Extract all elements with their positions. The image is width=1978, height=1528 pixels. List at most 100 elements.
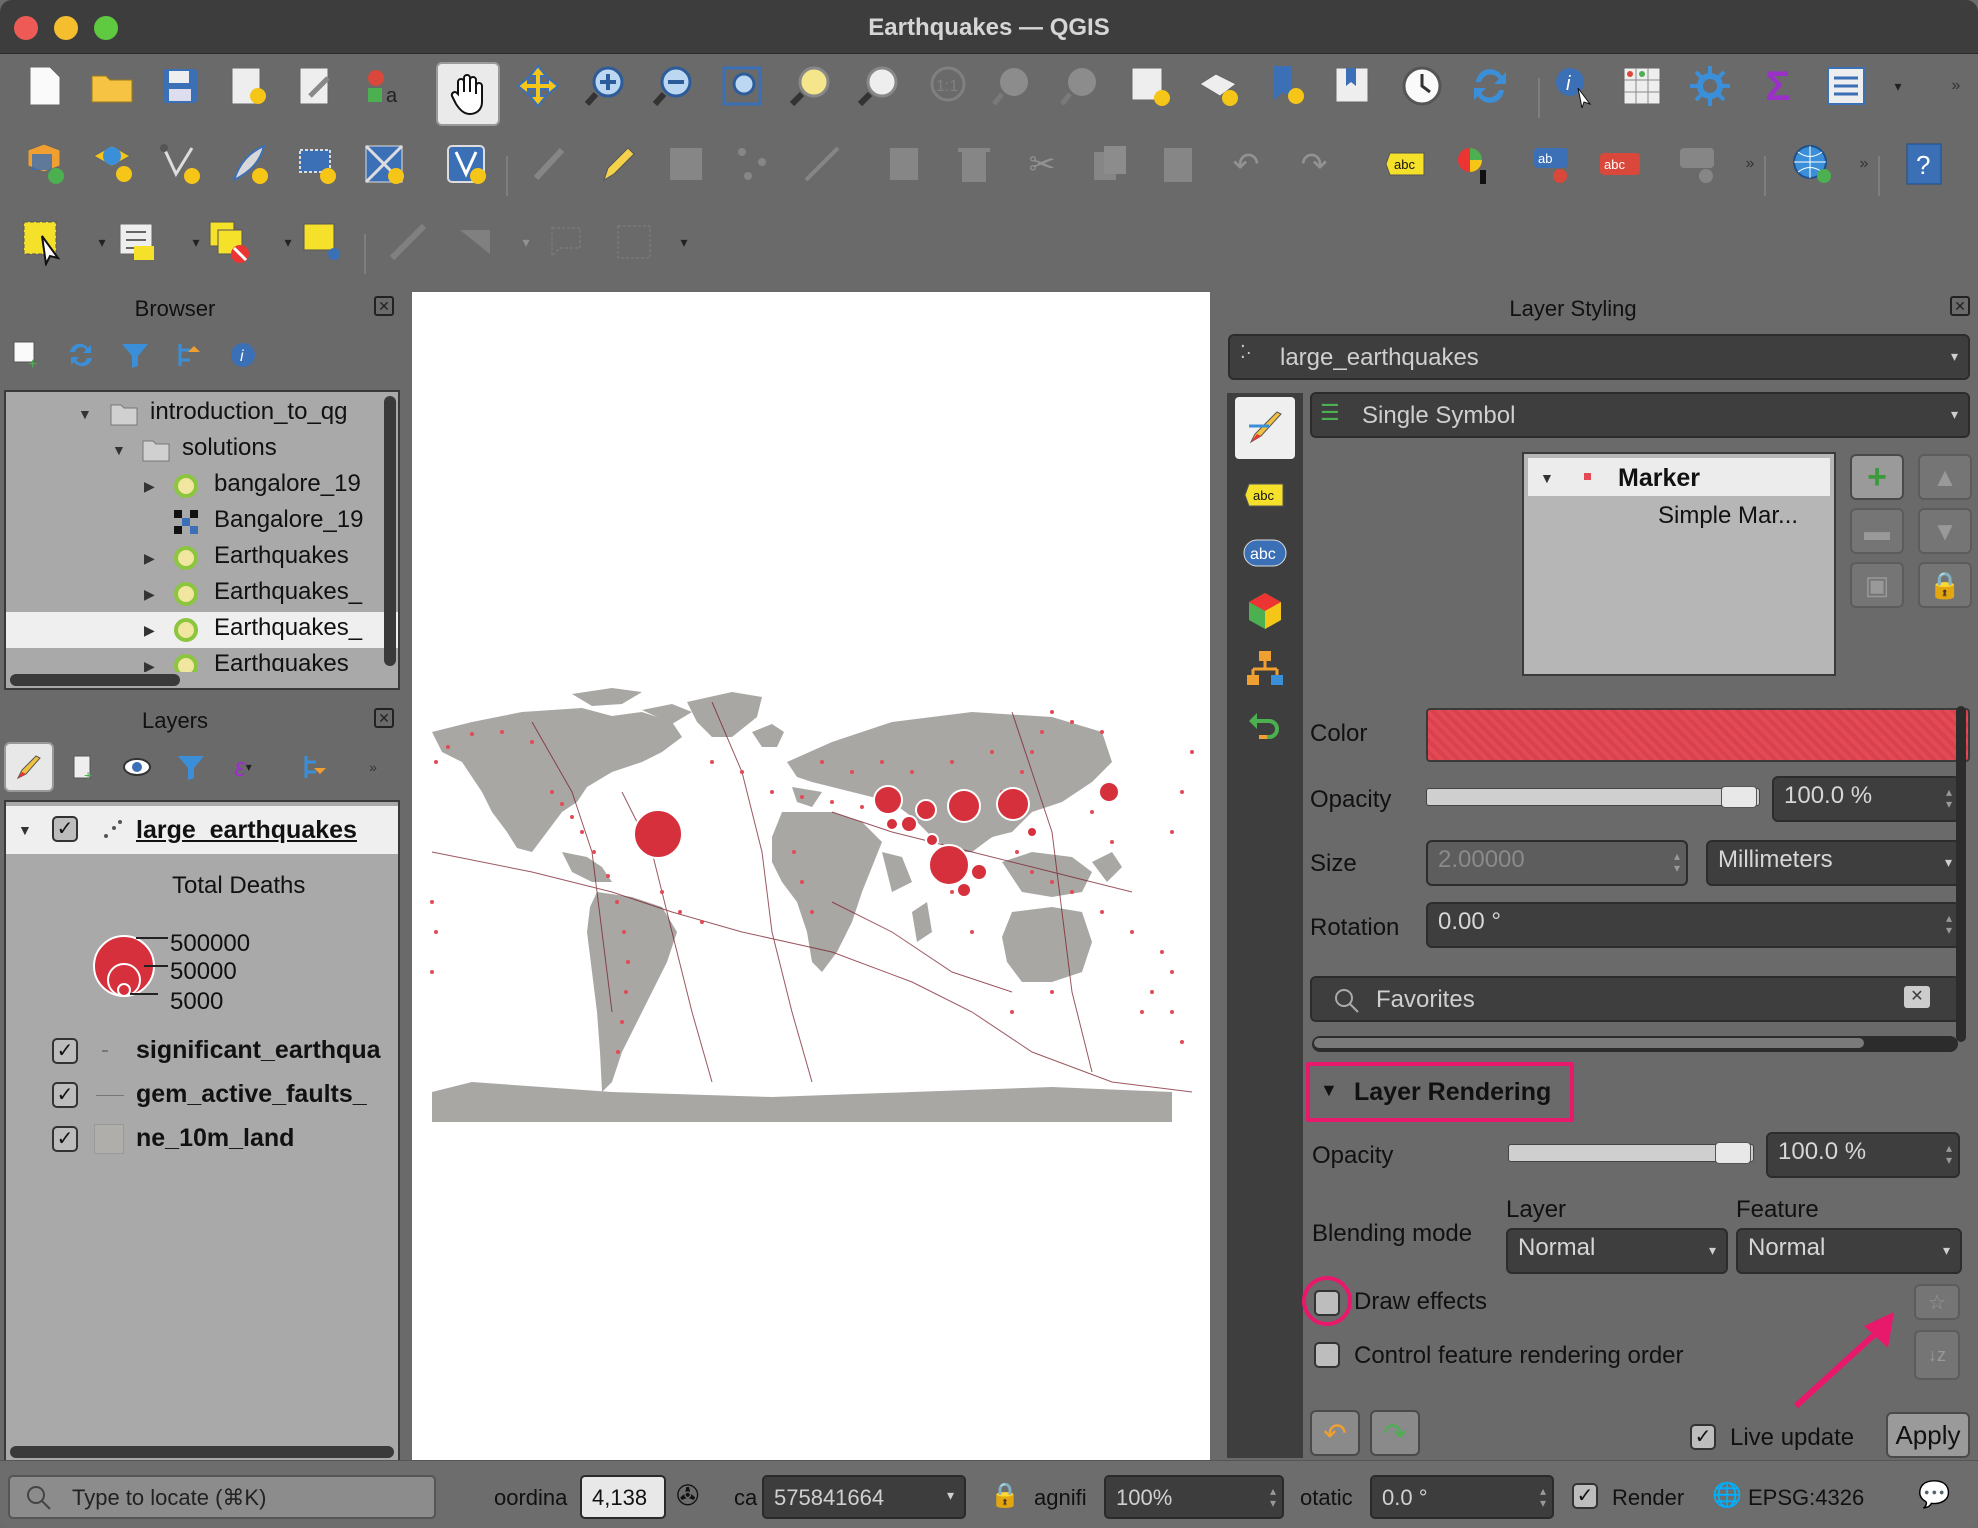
toolbar-overflow-icon[interactable]: » [1930, 60, 1978, 112]
new-bookmark-icon[interactable] [1260, 60, 1312, 112]
select-features-icon[interactable] [18, 216, 70, 268]
expand-all-icon[interactable] [290, 742, 340, 792]
symbol-search-input[interactable]: Favorites ✕ [1310, 976, 1960, 1022]
zoom-full-icon[interactable] [716, 60, 768, 112]
remove-symbol-layer-button[interactable]: ▬ [1850, 508, 1904, 554]
deselect-features-icon[interactable] [204, 216, 256, 268]
layer-rendering-header[interactable]: ▼ Layer Rendering [1306, 1062, 1574, 1122]
paste-features-icon[interactable] [1152, 138, 1204, 190]
collapsed-arrow-icon[interactable]: ▶ [144, 478, 155, 495]
redo-icon[interactable]: ↷ [1288, 138, 1340, 190]
masks-tab-icon[interactable]: abc [1235, 527, 1295, 579]
measure-line-icon[interactable] [382, 216, 434, 268]
labels-tab-icon[interactable]: abc [1235, 469, 1295, 521]
temporal-controller-icon[interactable] [1396, 60, 1448, 112]
rotation-spinbox[interactable]: 0.0 ° ▴ ▾ [1370, 1475, 1554, 1519]
spin-arrows-icon[interactable]: ▴ ▾ [1946, 1142, 1952, 1166]
toolbar-overflow-icon[interactable]: » [1838, 138, 1890, 190]
filter-by-expression-icon[interactable]: ε ▾ [218, 742, 268, 792]
layer-styling-close-icon[interactable]: ✕ [1950, 296, 1970, 316]
messages-icon[interactable]: 💬 [1918, 1479, 1950, 1510]
layer-visibility-checkbox[interactable]: ✓ [52, 1082, 78, 1108]
control-rendering-order-checkbox[interactable] [1314, 1342, 1340, 1368]
new-temporary-scratch-layer-icon[interactable] [358, 138, 410, 190]
crs-label[interactable]: EPSG:4326 [1748, 1485, 1864, 1511]
new-project-icon[interactable] [18, 60, 70, 112]
collapsed-arrow-icon[interactable]: ▶ [144, 550, 155, 567]
layers-horizontal-scrollbar[interactable] [10, 1446, 394, 1458]
collapse-all-icon[interactable] [164, 330, 214, 380]
pan-to-selection-icon[interactable] [512, 60, 564, 112]
layer-visibility-checkbox[interactable]: ✓ [52, 816, 78, 842]
new-shapefile-layer-icon[interactable] [154, 138, 206, 190]
render-checkbox[interactable]: ✓ [1572, 1483, 1598, 1509]
symbol-list-scrollbar[interactable] [1312, 1036, 1958, 1052]
refresh-browser-icon[interactable] [56, 330, 106, 380]
expanded-arrow-icon[interactable]: ▼ [112, 442, 126, 458]
browser-item-selected[interactable]: ▶ Earthquakes_ [6, 612, 398, 648]
select-by-location-icon[interactable] [296, 216, 348, 268]
undo-icon[interactable]: ↶ [1220, 138, 1272, 190]
browser-item[interactable]: ▶ bangalore_19 [6, 468, 398, 504]
show-bookmarks-icon[interactable] [1328, 60, 1380, 112]
layer-select-combobox[interactable]: ⁚· large_earthquakes ▾ [1228, 334, 1970, 380]
undo-style-button[interactable]: ↶ [1310, 1410, 1360, 1456]
layer-item-ne-10m-land[interactable]: ✓ ne_10m_land [6, 1118, 398, 1162]
layers-close-icon[interactable]: ✕ [374, 708, 394, 728]
browser-item[interactable]: ▼ solutions [6, 432, 398, 468]
spin-arrows-icon[interactable]: ▴ ▾ [1270, 1485, 1276, 1509]
rendering-opacity-spinbox[interactable]: 100.0 % ▴ ▾ [1766, 1132, 1960, 1178]
add-group-icon[interactable]: + [58, 742, 108, 792]
filter-legend-icon[interactable] [166, 742, 216, 792]
annotation-text-icon[interactable] [540, 216, 592, 268]
browser-horizontal-scrollbar[interactable] [10, 674, 180, 686]
zoom-out-icon[interactable] [648, 60, 700, 112]
collapsed-arrow-icon[interactable]: ▶ [144, 622, 155, 639]
spin-arrows-icon[interactable]: ▴ ▾ [1946, 912, 1952, 936]
map-canvas[interactable] [412, 292, 1210, 1464]
redo-style-button[interactable]: ↷ [1370, 1410, 1420, 1456]
layers-toolbar-overflow-icon[interactable]: » [358, 742, 388, 792]
collapsed-arrow-icon[interactable]: ▶ [144, 586, 155, 603]
rendering-opacity-handle[interactable] [1715, 1142, 1751, 1164]
toggle-extents-icon[interactable]: ✇ [676, 1479, 699, 1512]
color-swatch-button[interactable] [1426, 708, 1970, 762]
spin-arrows-icon[interactable]: ▴ ▾ [1674, 850, 1680, 874]
symbol-tree-child[interactable]: Simple Mar... [1658, 502, 1798, 530]
layer-item-large-earthquakes[interactable]: ▼ ✓ large_earthquakes [6, 806, 398, 854]
show-layout-icon[interactable] [1820, 60, 1872, 112]
new-3d-map-view-icon[interactable] [1192, 60, 1244, 112]
cut-features-icon[interactable]: ✂ [1016, 138, 1068, 190]
browser-item[interactable]: ▶ Earthquakes [6, 648, 398, 672]
pin-unpin-labels-icon[interactable]: abc [1594, 138, 1646, 190]
zoom-last-icon[interactable] [988, 60, 1040, 112]
zoom-native-icon[interactable]: 1:1 [920, 60, 972, 112]
new-virtual-layer-icon[interactable] [290, 138, 342, 190]
history-tab-icon[interactable] [1235, 701, 1295, 753]
new-print-layout-icon[interactable] [222, 60, 274, 112]
browser-item[interactable]: ▶ Earthquakes_ [6, 576, 398, 612]
measure-area-icon[interactable] [450, 216, 502, 268]
zoom-next-icon[interactable] [1056, 60, 1108, 112]
diagrams-tab-icon[interactable] [1235, 643, 1295, 695]
spin-arrows-icon[interactable]: ▴ ▾ [1540, 1485, 1546, 1509]
refresh-icon[interactable] [1464, 60, 1516, 112]
rendering-order-button[interactable]: ↓z [1914, 1330, 1960, 1380]
processing-toolbox-icon[interactable] [1684, 60, 1736, 112]
show-hide-labels-icon[interactable] [1672, 138, 1724, 190]
lock-scale-icon[interactable]: 🔒 [990, 1481, 1020, 1510]
layer-labeling-options-icon[interactable]: abc [1380, 138, 1432, 190]
browser-item[interactable]: ▼ introduction_to_qg [6, 396, 398, 432]
browser-item[interactable]: Bangalore_19 [6, 504, 398, 540]
3d-view-tab-icon[interactable] [1235, 585, 1295, 637]
add-symbol-layer-button[interactable]: + [1850, 454, 1904, 500]
draw-effects-checkbox[interactable] [1314, 1290, 1340, 1316]
spin-arrows-icon[interactable]: ▴ ▾ [1946, 786, 1952, 810]
select-by-value-icon[interactable] [112, 216, 164, 268]
symbol-tree-marker-row[interactable]: ▼ Marker [1528, 458, 1830, 496]
feature-blending-combobox[interactable]: Normal ▾ [1736, 1228, 1962, 1274]
current-edits-icon[interactable] [524, 138, 576, 190]
add-wms-layer-icon[interactable] [1786, 138, 1838, 190]
new-geopackage-layer-icon[interactable] [86, 138, 138, 190]
open-attribute-table-icon[interactable] [1616, 60, 1668, 112]
